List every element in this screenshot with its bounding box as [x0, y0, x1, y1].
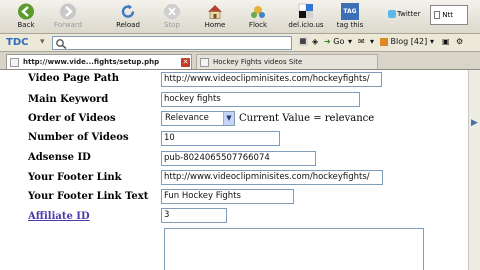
- search-toolbar: TDC ▾ 🔳 ◈ ➜ Go ▾ ✉ ▾ Blog [42] ▾ ▣ ⚙: [0, 34, 480, 52]
- toolbar-icon[interactable]: ⚙: [456, 37, 463, 46]
- delicious-icon: [298, 3, 313, 18]
- search-input[interactable]: [52, 36, 292, 50]
- order-of-videos-label: Order of Videos: [28, 113, 116, 124]
- tag-icon: TAG: [341, 3, 359, 20]
- footer-link-input[interactable]: http://www.videoclipminisites.com/hockey…: [161, 170, 383, 185]
- home-button[interactable]: Home: [195, 1, 235, 33]
- stop-button[interactable]: Stop: [152, 1, 192, 33]
- stop-icon: [164, 4, 180, 19]
- reload-icon: [121, 4, 135, 18]
- toolbar-icon[interactable]: ◈: [312, 37, 318, 46]
- chevron-down-icon[interactable]: ▾: [430, 37, 434, 46]
- order-of-videos-select[interactable]: Relevance ▼: [161, 111, 235, 126]
- blog-button[interactable]: Blog [42]: [380, 37, 427, 46]
- reload-button[interactable]: Reload: [108, 1, 148, 33]
- chevron-down-icon[interactable]: ▾: [370, 37, 374, 46]
- toolbar-icon[interactable]: 🔳: [298, 37, 308, 46]
- back-button[interactable]: Back: [6, 1, 46, 33]
- video-page-path-label: Video Page Path: [28, 73, 120, 84]
- page-content: Video Page Path http://www.videoclipmini…: [0, 70, 468, 270]
- blog-icon: [380, 37, 388, 46]
- tab-hockey-fights[interactable]: Hockey Fights videos Site: [196, 54, 378, 69]
- go-button[interactable]: ➜ Go: [324, 37, 344, 46]
- adsense-id-label: Adsense ID: [28, 152, 91, 163]
- footer-link-text-input[interactable]: Fun Hockey Fights: [161, 189, 294, 204]
- chevron-right-icon[interactable]: ▶: [471, 118, 479, 130]
- flock-button[interactable]: Flock: [238, 1, 278, 33]
- main-keyword-label: Main Keyword: [28, 94, 109, 105]
- tag-this-button[interactable]: TAG tag this: [330, 1, 370, 33]
- affiliate-id-link[interactable]: Affiliate ID: [28, 211, 90, 222]
- main-keyword-input[interactable]: hockey fights: [161, 92, 360, 107]
- vertical-scrollbar[interactable]: ▶: [468, 70, 480, 270]
- document-icon: [200, 58, 209, 67]
- chevron-down-icon[interactable]: ▾: [40, 37, 48, 48]
- home-icon: [208, 5, 222, 19]
- footer-link-label: Your Footer Link: [28, 172, 122, 183]
- number-of-videos-input[interactable]: 10: [161, 131, 280, 146]
- video-page-path-input[interactable]: http://www.videoclipminisites.com/hockey…: [161, 72, 382, 87]
- tab-strip: http://www.vide...fights/setup.php ✕ Hoc…: [0, 52, 480, 70]
- forward-button[interactable]: Forward: [48, 1, 88, 33]
- toolbar-icon[interactable]: ▣: [442, 37, 450, 46]
- chevron-down-icon[interactable]: ▾: [348, 37, 352, 46]
- text-area[interactable]: [164, 228, 424, 270]
- number-of-videos-label: Number of Videos: [28, 132, 129, 143]
- forward-arrow-icon: [60, 3, 76, 20]
- affiliate-id-input[interactable]: 3: [161, 208, 227, 223]
- adsense-id-input[interactable]: pub-8024065507766074: [161, 151, 316, 166]
- delicious-button[interactable]: del.icio.us: [286, 1, 326, 33]
- twitter-button[interactable]: Twitter: [388, 1, 424, 33]
- tdc-logo: TDC: [6, 37, 29, 48]
- back-arrow-icon: [18, 3, 34, 20]
- document-icon: [10, 58, 19, 67]
- current-value-note: Current Value = relevance: [239, 113, 375, 124]
- tab-list-button[interactable]: Ntt: [430, 5, 468, 25]
- document-icon: [434, 11, 440, 19]
- tab-setup-page[interactable]: http://www.vide...fights/setup.php ✕: [6, 54, 192, 69]
- chevron-down-icon: ▼: [223, 112, 234, 125]
- navigation-toolbar: Back Forward Reload Stop Home Flock del.…: [0, 0, 480, 34]
- toolbar-icon[interactable]: ✉: [358, 37, 365, 46]
- search-icon: [56, 39, 67, 49]
- flock-icon: [251, 6, 265, 18]
- go-arrow-icon: ➜: [324, 37, 331, 46]
- close-icon[interactable]: ✕: [181, 58, 190, 67]
- footer-link-text-label: Your Footer Link Text: [28, 191, 149, 202]
- twitter-icon: [388, 10, 396, 18]
